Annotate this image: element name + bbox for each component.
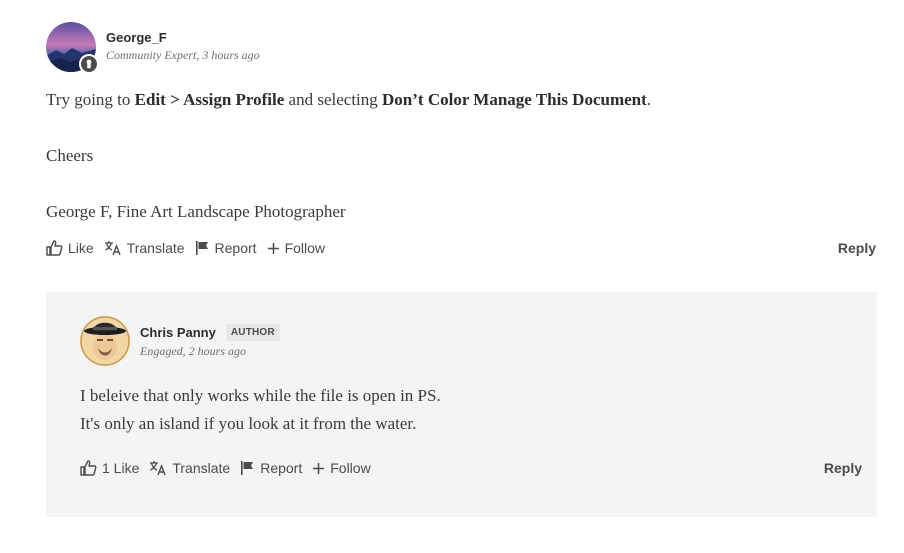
reply-author-subtitle: Engaged, 2 hours ago xyxy=(140,344,246,358)
reply-like-button[interactable]: 1 Like xyxy=(80,460,139,476)
reply-author-name-row: Chris Panny AUTHOR xyxy=(140,324,280,341)
author-meta: George_F Community Expert, 3 hours ago xyxy=(106,22,260,63)
reply-follow-button[interactable]: Follow xyxy=(312,460,371,476)
author-subtitle: Community Expert, 3 hours ago xyxy=(106,48,260,62)
body-text-segment: . xyxy=(646,90,652,109)
reply-container: Chris Panny AUTHOR Engaged, 2 hours ago … xyxy=(46,292,877,517)
follow-button[interactable]: Follow xyxy=(267,240,325,256)
reply-actions: 1 Like Translate Report Follow Reply xyxy=(80,460,862,476)
follow-label: Follow xyxy=(284,240,326,256)
reply-author-row: Chris Panny AUTHOR Engaged, 2 hours ago xyxy=(80,316,862,366)
reply-report-label: Report xyxy=(260,460,303,476)
post-body: Try going to Edit > Assign Profile and s… xyxy=(46,89,876,223)
report-label: Report xyxy=(214,240,257,256)
reply-report-button[interactable]: Report xyxy=(240,460,302,476)
post-body-line: Try going to Edit > Assign Profile and s… xyxy=(46,89,876,111)
thumbs-up-icon xyxy=(80,460,97,476)
author-badge: AUTHOR xyxy=(225,324,280,341)
body-bold-segment: Don’t Color Manage This Document xyxy=(382,90,647,109)
post-author-row: George_F Community Expert, 3 hours ago xyxy=(46,22,876,74)
like-label: Like xyxy=(68,240,94,256)
translate-icon xyxy=(150,461,167,476)
like-button[interactable]: Like xyxy=(46,240,94,256)
translate-button[interactable]: Translate xyxy=(104,240,185,256)
thumbs-up-icon xyxy=(46,240,63,256)
body-bold-segment: Edit > Assign Profile xyxy=(134,90,285,109)
reply-body-line: I beleive that only works while the file… xyxy=(80,386,441,405)
post-time: 3 hours ago xyxy=(202,48,260,62)
post-actions: Like Translate Report Follow Reply xyxy=(46,240,876,256)
translate-icon xyxy=(104,241,121,256)
translate-label: Translate xyxy=(126,240,185,256)
reply-post: Chris Panny AUTHOR Engaged, 2 hours ago … xyxy=(80,316,862,476)
reply-author-meta: Chris Panny AUTHOR Engaged, 2 hours ago xyxy=(140,316,280,359)
reply-translate-label: Translate xyxy=(172,460,231,476)
reply-time: 2 hours ago xyxy=(188,344,246,358)
community-expert-badge-icon xyxy=(79,54,99,74)
reply-like-label: 1 Like xyxy=(102,460,140,476)
original-post: George_F Community Expert, 3 hours ago T… xyxy=(46,22,876,256)
author-avatar[interactable] xyxy=(46,22,99,74)
author-name[interactable]: George_F xyxy=(106,30,260,45)
flag-icon xyxy=(195,241,208,255)
reply-translate-button[interactable]: Translate xyxy=(149,460,230,476)
author-role: Community Expert xyxy=(106,48,197,62)
reply-button[interactable]: Reply xyxy=(838,240,876,256)
plus-icon xyxy=(313,462,325,474)
reply-follow-label: Follow xyxy=(330,460,371,476)
reply-author-name[interactable]: Chris Panny xyxy=(140,325,216,340)
reply-author-role: Engaged xyxy=(140,344,183,358)
flag-icon xyxy=(241,461,254,475)
report-button[interactable]: Report xyxy=(195,240,257,256)
reply-reply-button[interactable]: Reply xyxy=(824,460,862,476)
post-signature: George F, Fine Art Landscape Photographe… xyxy=(46,202,346,221)
body-text-segment: and selecting xyxy=(284,90,383,109)
plus-icon xyxy=(267,242,279,254)
reply-author-avatar-image xyxy=(80,316,130,366)
reply-author-avatar[interactable] xyxy=(80,316,130,366)
body-text-segment: Try going to xyxy=(46,90,135,109)
reply-body-line: It's only an island if you look at it fr… xyxy=(80,414,417,433)
post-body-line: Cheers xyxy=(46,146,94,165)
reply-body: I beleive that only works while the file… xyxy=(80,382,862,438)
